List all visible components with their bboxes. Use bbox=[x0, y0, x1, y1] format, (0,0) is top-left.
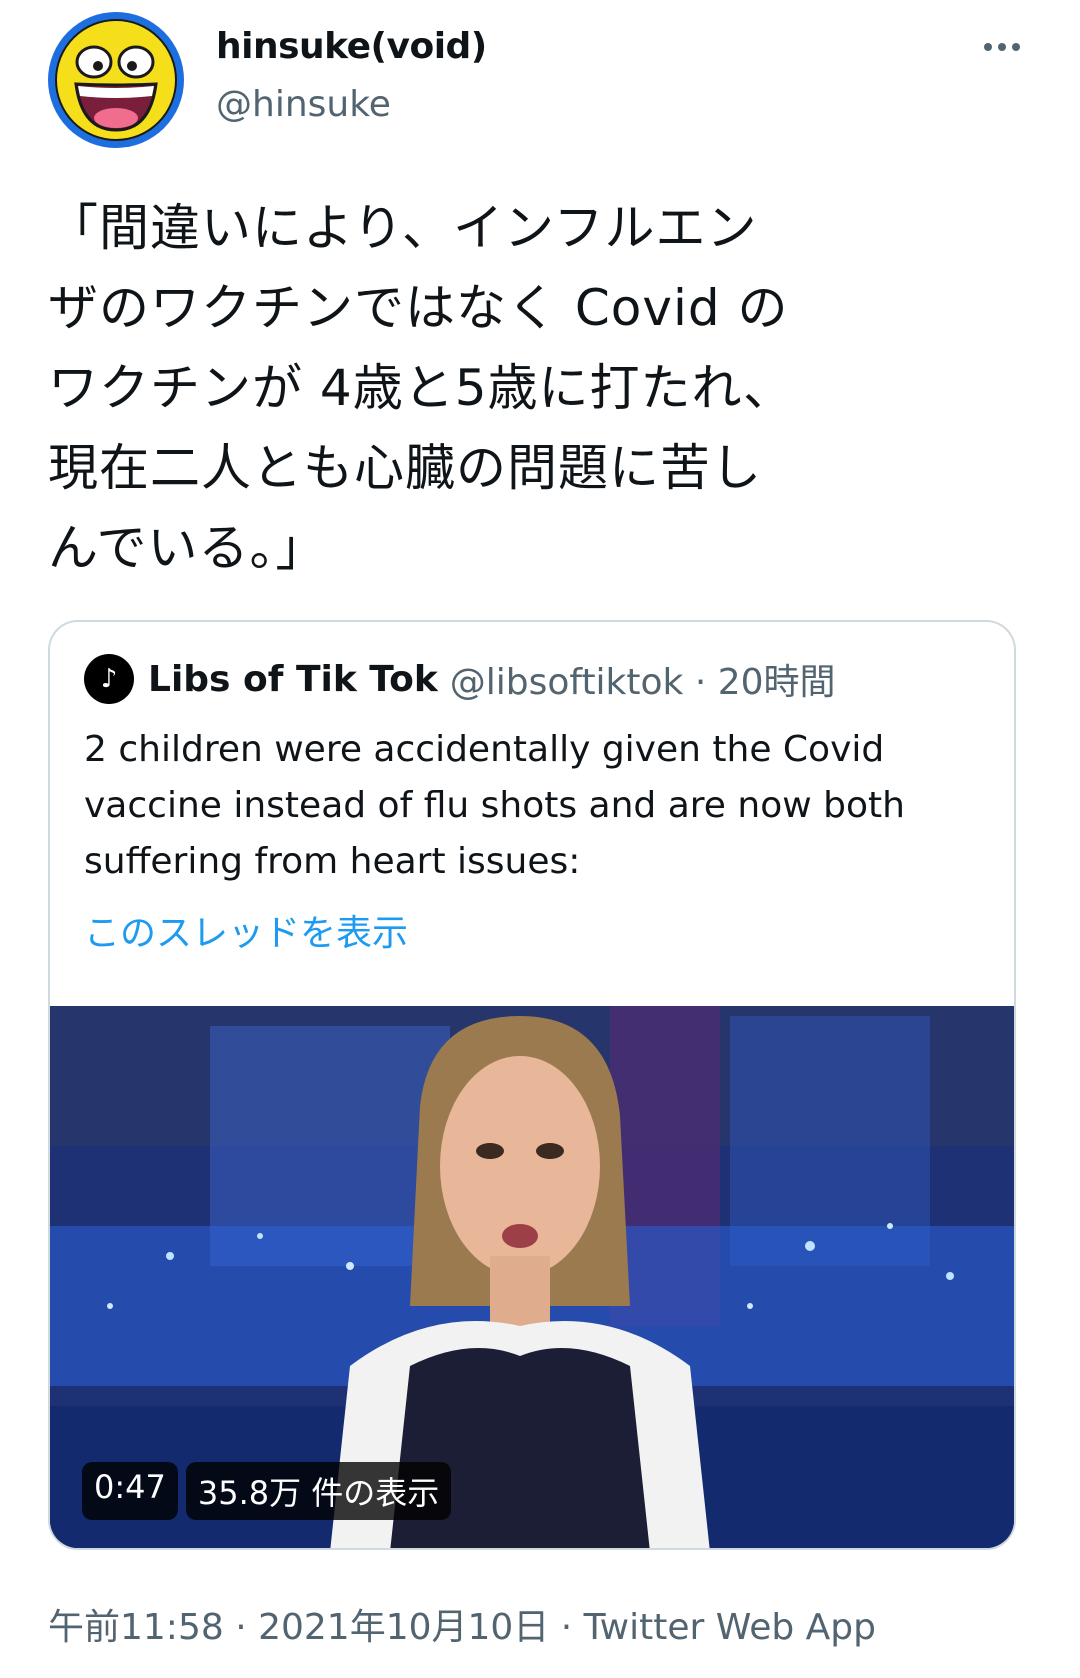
more-options-icon[interactable] bbox=[972, 32, 1032, 62]
show-thread-link[interactable]: このスレッドを表示 bbox=[84, 904, 408, 956]
tweet-timestamp[interactable]: 午前11:58 · 2021年10月10日 · Twitter Web App bbox=[48, 1598, 876, 1650]
author-handle[interactable]: @hinsuke bbox=[216, 84, 391, 125]
quoted-author-meta: @libsoftiktok · 20時間 bbox=[449, 662, 836, 703]
video-info-badges: 0:47 35.8万 件の表示 bbox=[82, 1462, 452, 1520]
quoted-tweet-card[interactable]: ♪ Libs of Tik Tok @libsoftiktok · 20時間 2… bbox=[48, 620, 1016, 1550]
author-avatar[interactable] bbox=[48, 12, 184, 148]
smiley-face-icon bbox=[55, 19, 177, 141]
quoted-tweet-text: 2 children were accidentally given the C… bbox=[84, 729, 905, 882]
video-duration-badge: 0:47 bbox=[82, 1462, 178, 1520]
author-display-name[interactable]: hinsuke(void) bbox=[216, 26, 487, 67]
video-player[interactable]: 0:47 35.8万 件の表示 bbox=[50, 1006, 1014, 1548]
tweet-header: hinsuke(void) @hinsuke bbox=[48, 12, 1032, 152]
quoted-tweet-header: ♪ Libs of Tik Tok @libsoftiktok · 20時間 bbox=[84, 654, 836, 704]
tiktok-logo-icon: ♪ bbox=[100, 664, 118, 694]
quoted-author-avatar[interactable]: ♪ bbox=[84, 654, 134, 704]
quoted-author-name[interactable]: Libs of Tik Tok bbox=[148, 659, 438, 700]
tweet-text: 「間違いにより、インフルエン ザのワクチンではなく Covid の ワクチンが … bbox=[48, 199, 795, 577]
video-views-badge: 35.8万 件の表示 bbox=[185, 1462, 452, 1520]
